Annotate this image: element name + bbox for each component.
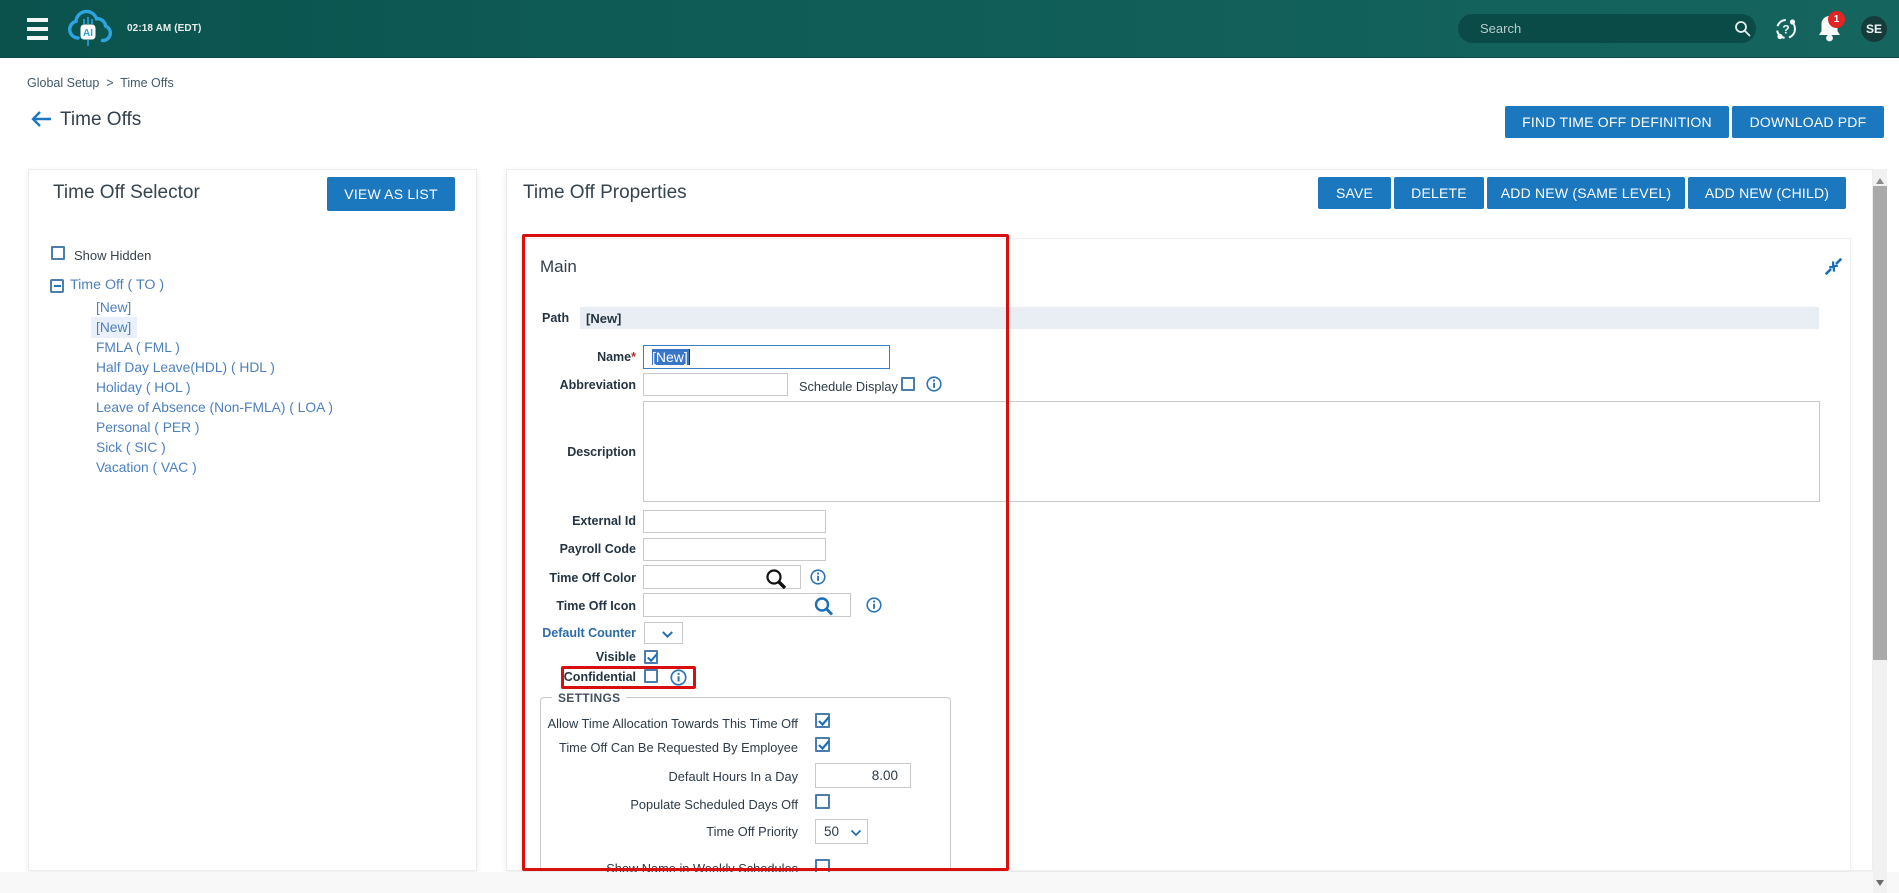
svg-text:AI: AI xyxy=(83,28,93,39)
svg-text:?: ? xyxy=(1782,23,1789,37)
